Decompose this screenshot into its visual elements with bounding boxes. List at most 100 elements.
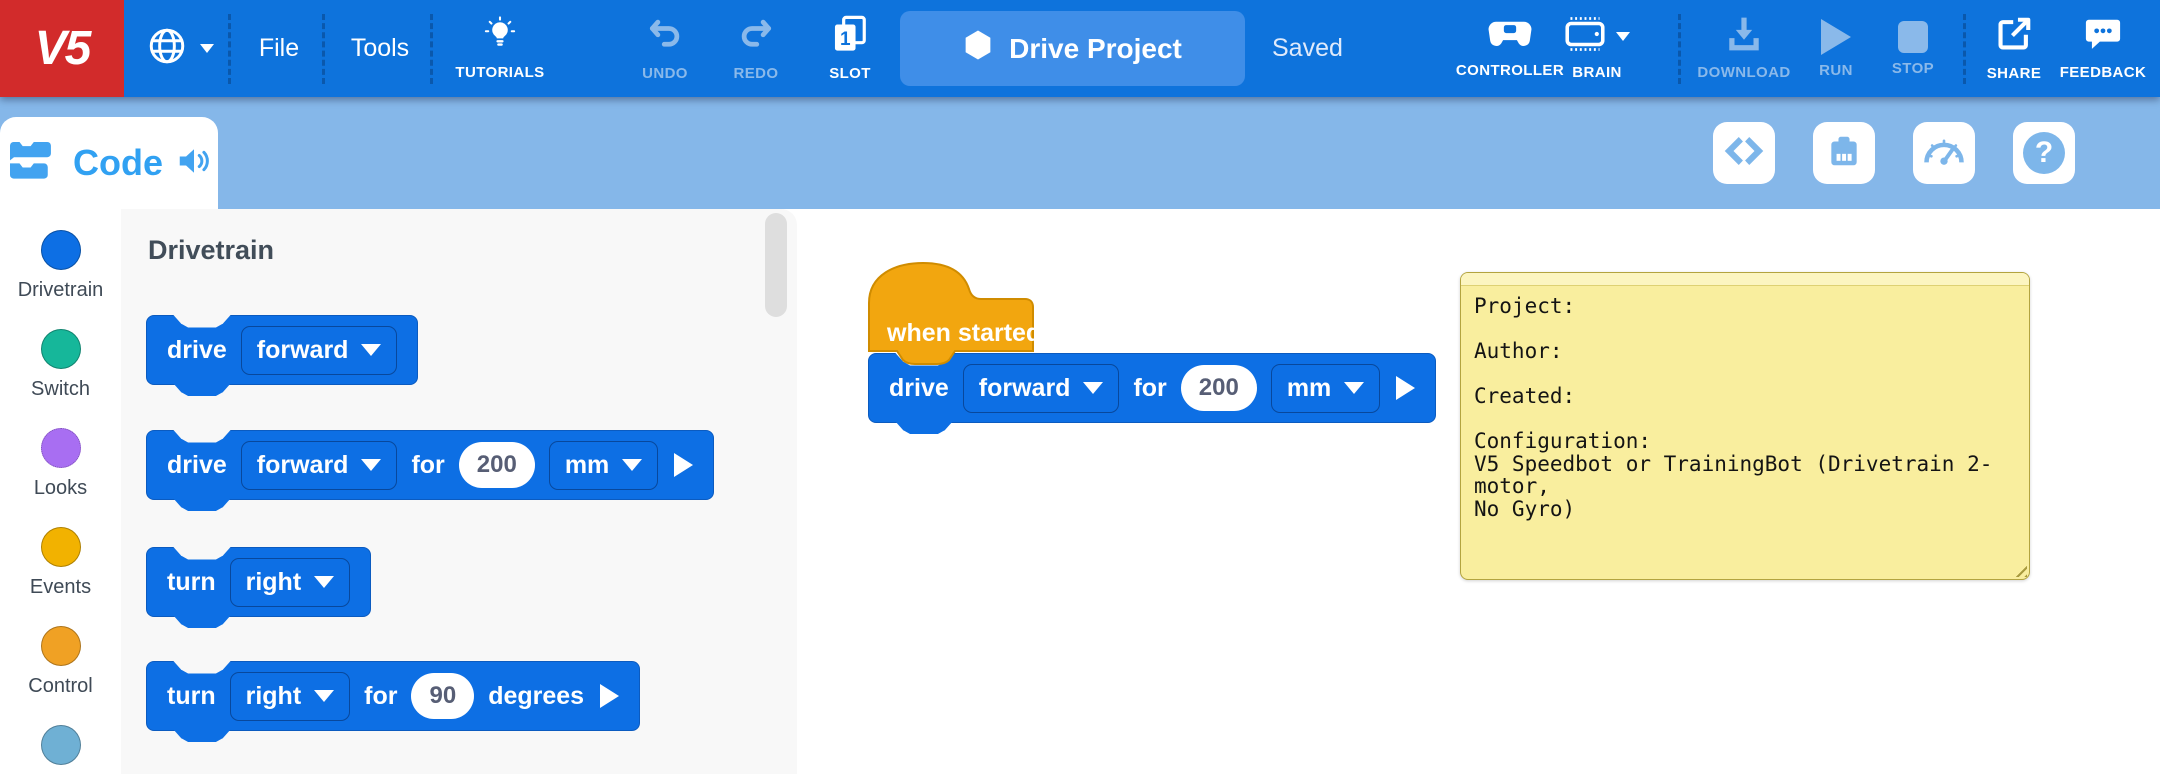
slot-button[interactable]: 1 SLOT: [810, 0, 890, 97]
comment-header[interactable]: [1461, 273, 2029, 286]
block-verb: drive: [889, 374, 949, 403]
palette-block-turn[interactable]: turn right: [146, 547, 371, 617]
block-socket: [173, 315, 231, 328]
distance-input[interactable]: 200: [459, 442, 535, 488]
block-bump: [173, 498, 231, 511]
save-status-label: Saved: [1272, 34, 1343, 63]
block-verb: drive: [167, 451, 227, 480]
expand-arrow-icon[interactable]: [674, 453, 693, 477]
controller-icon: [1487, 18, 1533, 55]
stop-button[interactable]: STOP: [1877, 0, 1949, 97]
brain-icon: [1564, 16, 1606, 57]
direction-dropdown[interactable]: forward: [963, 364, 1120, 413]
project-name-field[interactable]: Drive Project: [900, 11, 1245, 86]
redo-icon: [737, 15, 775, 58]
direction-dropdown[interactable]: right: [230, 672, 351, 721]
hexagon-icon: [963, 29, 993, 68]
sidebar-item-drivetrain[interactable]: Drivetrain: [0, 230, 121, 302]
unit-dropdown[interactable]: mm: [549, 441, 658, 490]
language-menu[interactable]: [146, 0, 214, 97]
code-tab-label: Code: [73, 142, 163, 184]
block-verb: drive: [167, 336, 227, 365]
switch-category-circle: [41, 329, 81, 369]
monitor-button[interactable]: [1913, 122, 1975, 184]
tab-code[interactable]: Code: [0, 117, 218, 209]
tools-menu-label: Tools: [351, 34, 409, 63]
direction-dropdown[interactable]: forward: [241, 441, 398, 490]
undo-button[interactable]: UNDO: [625, 0, 705, 97]
resize-handle[interactable]: [2012, 562, 2027, 577]
v5-logo-text: V5: [35, 21, 90, 76]
block-socket: [173, 661, 231, 674]
block-unit-label: degrees: [488, 682, 584, 711]
sidebar-item-switch[interactable]: Switch: [0, 329, 121, 401]
redo-button[interactable]: REDO: [716, 0, 796, 97]
slot-label: SLOT: [829, 65, 871, 82]
slot-icon: 1: [832, 15, 868, 58]
comment-text[interactable]: Project: Author: Created: Configuration:…: [1461, 286, 2029, 529]
direction-dropdown[interactable]: forward: [241, 326, 398, 375]
share-button[interactable]: SHARE: [1974, 0, 2054, 97]
dropdown-value: mm: [1287, 374, 1331, 403]
block-bump: [895, 421, 953, 434]
direction-dropdown[interactable]: right: [230, 558, 351, 607]
palette-heading: Drivetrain: [148, 235, 274, 266]
toolbar-separator: [1678, 14, 1681, 84]
sidebar-item-looks[interactable]: Looks: [0, 428, 121, 500]
distance-input[interactable]: 200: [1181, 365, 1257, 411]
dropdown-value: right: [246, 568, 302, 597]
sidebar-item-control[interactable]: Control: [0, 626, 121, 698]
block-socket: [173, 547, 231, 560]
chevron-down-icon: [314, 690, 334, 702]
project-comment[interactable]: Project: Author: Created: Configuration:…: [1460, 272, 2030, 580]
tools-menu[interactable]: Tools: [330, 0, 430, 97]
chevron-down-icon: [314, 576, 334, 588]
degrees-input[interactable]: 90: [411, 673, 474, 719]
device-port-icon: [1825, 132, 1863, 175]
feedback-button[interactable]: FEEDBACK: [2048, 0, 2158, 97]
expand-arrow-icon[interactable]: [1396, 376, 1415, 400]
top-toolbar: V5 File Tools: [0, 0, 2160, 97]
chevron-down-icon: [200, 44, 214, 53]
download-button[interactable]: DOWNLOAD: [1684, 0, 1804, 97]
tutorials-label: TUTORIALS: [455, 64, 544, 81]
block-bump: [173, 615, 231, 628]
brain-button[interactable]: BRAIN: [1545, 0, 1649, 97]
drivetrain-category-circle: [41, 230, 81, 270]
redo-label: REDO: [734, 65, 779, 82]
speaker-icon[interactable]: [176, 145, 212, 182]
code-subbar: Code: [0, 97, 2160, 209]
help-button[interactable]: ?: [2013, 122, 2075, 184]
main-area: Drivetrain Switch Looks Events Control D…: [0, 209, 2160, 774]
palette-block-turn-for[interactable]: turn right for 90 degrees: [146, 661, 640, 731]
sidebar-item-events[interactable]: Events: [0, 527, 121, 599]
dropdown-value: forward: [979, 374, 1071, 403]
run-button[interactable]: RUN: [1800, 0, 1872, 97]
when-started-hat-block[interactable]: when started: [867, 259, 1037, 365]
chevron-down-icon: [622, 459, 642, 471]
devices-button[interactable]: [1813, 122, 1875, 184]
chevron-down-icon: [1344, 382, 1364, 394]
tutorials-button[interactable]: TUTORIALS: [444, 0, 556, 97]
control-category-circle: [41, 626, 81, 666]
palette-block-drive-for[interactable]: drive forward for 200 mm: [146, 430, 714, 500]
download-icon: [1724, 16, 1764, 57]
download-label: DOWNLOAD: [1697, 64, 1790, 81]
undo-label: UNDO: [642, 65, 688, 82]
stop-label: STOP: [1892, 60, 1934, 77]
file-menu[interactable]: File: [236, 0, 322, 97]
chevron-down-icon: [1083, 382, 1103, 394]
palette-block-drive[interactable]: drive forward: [146, 315, 418, 385]
switch-category-label: Switch: [31, 378, 90, 401]
block-bump: [173, 729, 231, 742]
dropdown-value: forward: [257, 451, 349, 480]
workspace-canvas[interactable]: when started drive forward for 200 mm Pr…: [797, 209, 2160, 774]
expand-arrow-icon[interactable]: [600, 684, 619, 708]
palette-scrollbar[interactable]: [765, 213, 787, 317]
code-viewer-button[interactable]: [1713, 122, 1775, 184]
sidebar-item-sensing[interactable]: [0, 725, 121, 765]
block-verb: turn: [167, 568, 216, 597]
toolbar-separator: [322, 14, 325, 84]
chevron-down-icon: [1616, 32, 1630, 41]
unit-dropdown[interactable]: mm: [1271, 364, 1380, 413]
